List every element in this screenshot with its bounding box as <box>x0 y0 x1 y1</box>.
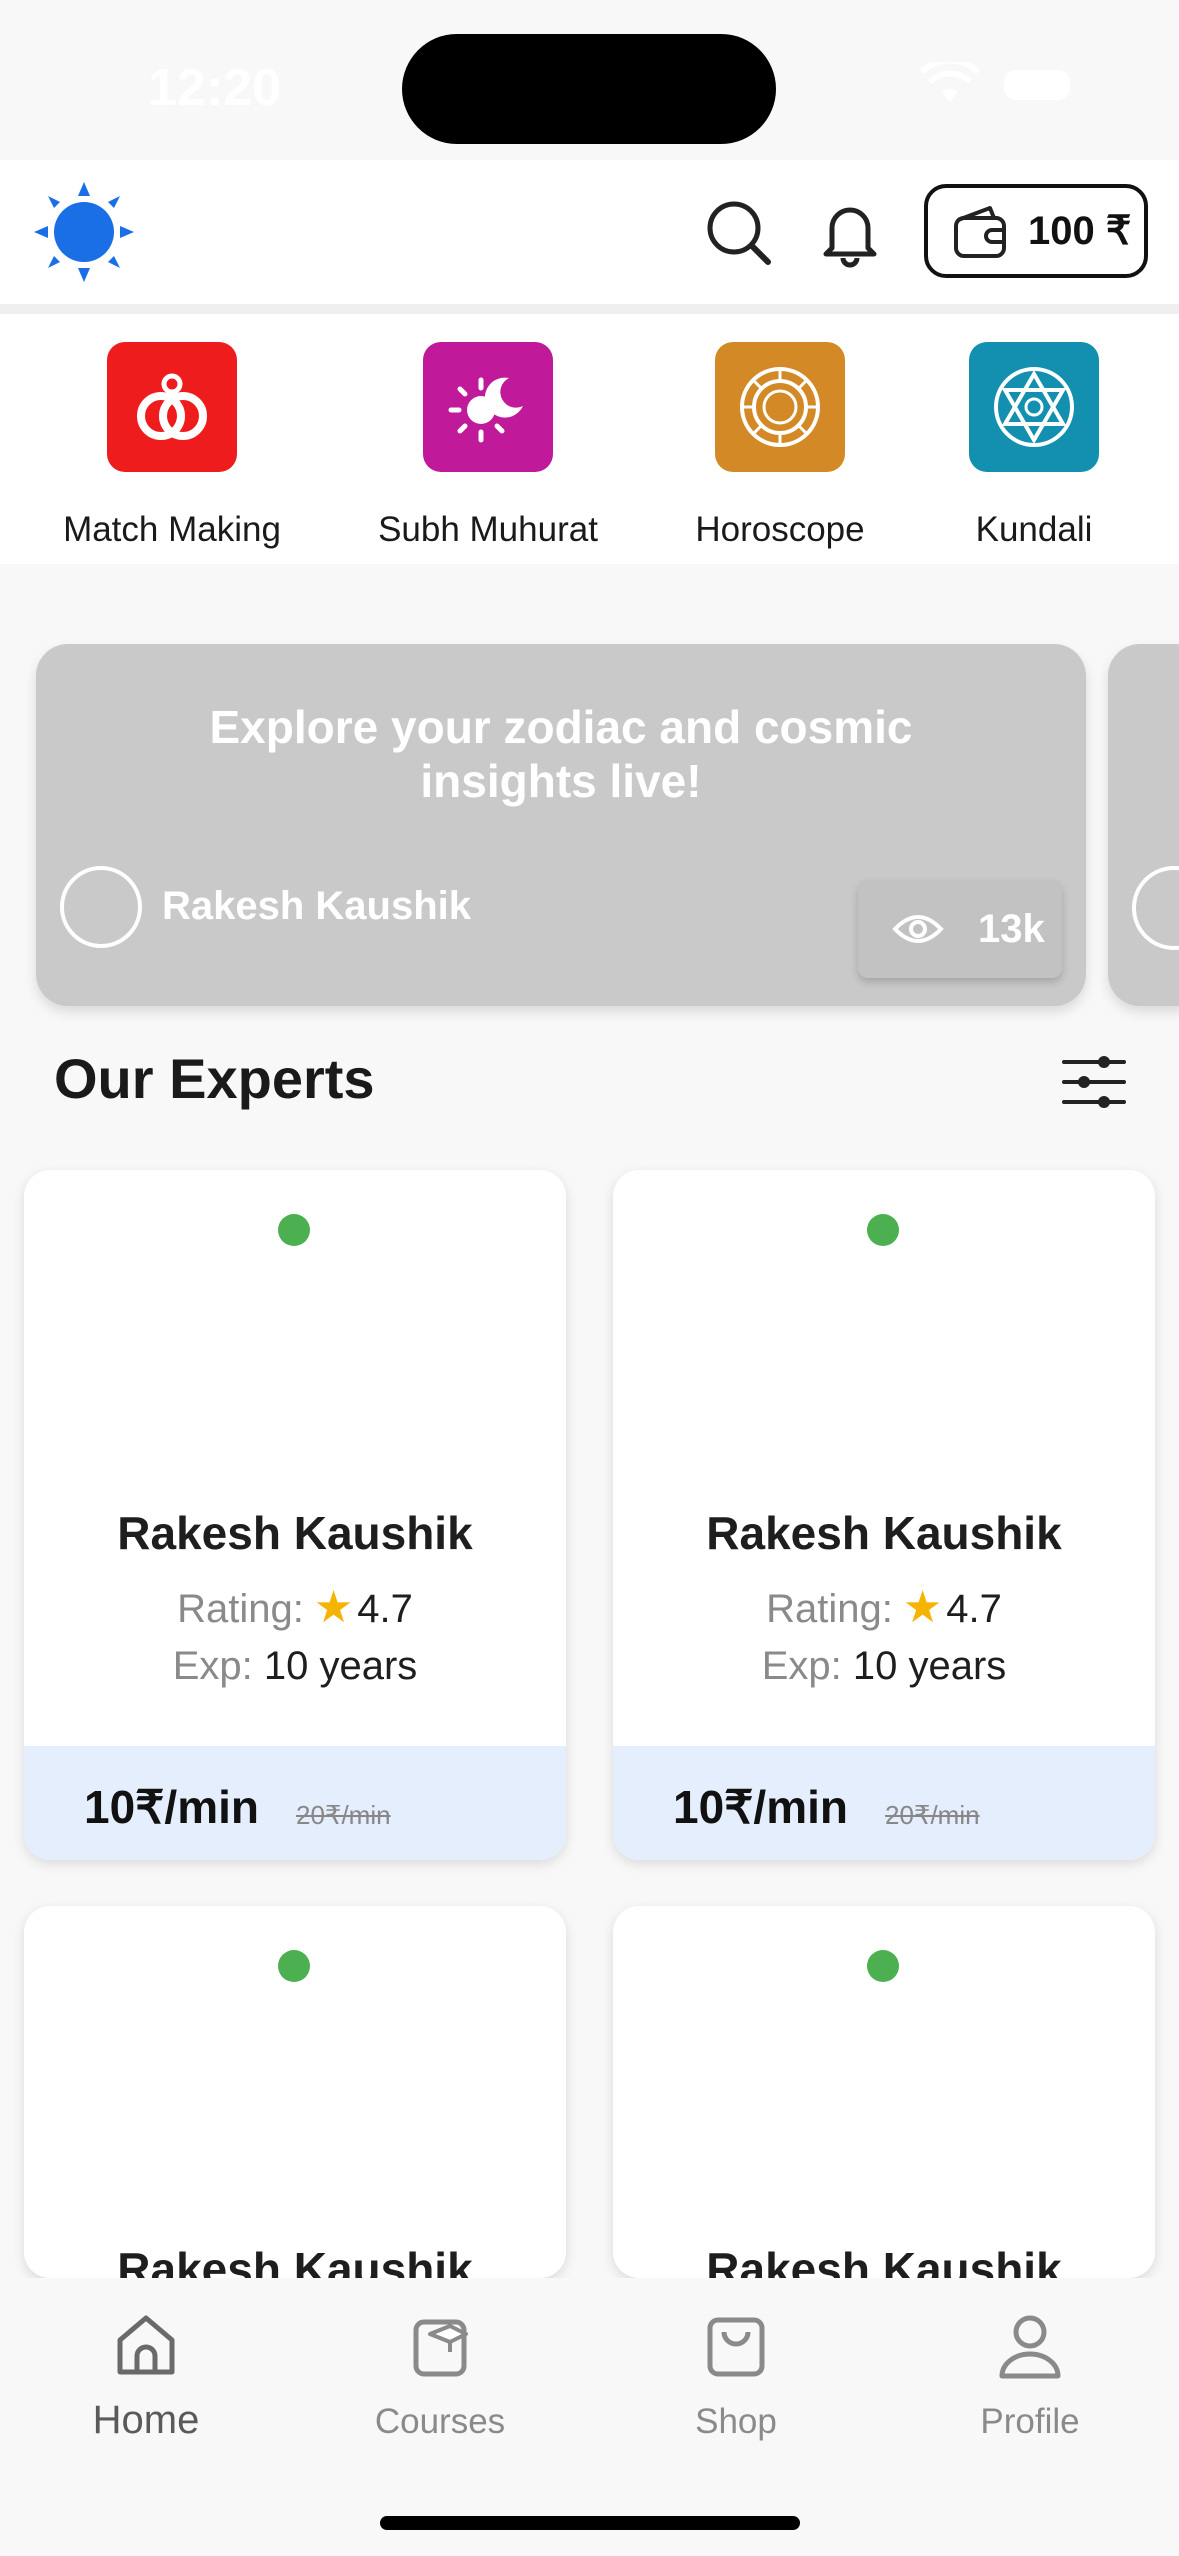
live-session-banner[interactable]: Explore your zodiac and cosmic insights … <box>36 644 1086 1006</box>
nav-label: Shop <box>695 2402 777 2441</box>
service-label: Kundali <box>975 510 1093 549</box>
wifi-icon <box>920 62 980 102</box>
banner-host-name: Rakesh Kaushik <box>162 884 472 928</box>
star-icon: ★ <box>313 1583 354 1632</box>
nav-item-home[interactable]: Home <box>26 2310 266 2443</box>
experts-section-title: Our Experts <box>54 1047 375 1110</box>
expert-name: Rakesh Kaushik <box>706 2243 1062 2278</box>
expert-name: Rakesh Kaushik <box>706 1507 1062 1559</box>
online-status-dot <box>867 1950 899 1982</box>
expert-rating: Rating: ★ 4.7 <box>613 1582 1155 1633</box>
service-tile <box>423 342 553 472</box>
status-bar: 12:20 <box>0 0 1179 160</box>
courses-icon <box>413 2319 468 2377</box>
nav-item-courses[interactable]: Courses <box>320 2310 560 2442</box>
next-banner-peek[interactable] <box>1108 644 1179 1006</box>
zodiac-wheel-icon <box>740 367 820 447</box>
expert-card[interactable]: Rakesh Kaushik Rating: ★ 4.7 Exp: 10 years… <box>24 1170 566 1860</box>
expert-name: Rakesh Kaushik <box>117 1507 473 1559</box>
sun-logo-icon[interactable] <box>28 176 140 288</box>
header-divider <box>0 304 1179 314</box>
exp-label: Exp: <box>172 1644 253 1688</box>
expert-card[interactable]: Rakesh Kaushik Rating: ★ 4.7 Exp: 10 years… <box>613 1170 1155 1860</box>
service-tile <box>969 342 1099 472</box>
service-match-making[interactable]: Match Making <box>42 342 302 550</box>
service-tile <box>107 342 237 472</box>
rating-value: 4.7 <box>357 1587 413 1631</box>
home-indicator <box>380 2516 800 2530</box>
service-label: Subh Muhurat <box>378 510 598 549</box>
avatar <box>60 866 142 948</box>
star-icon: ★ <box>902 1583 943 1632</box>
views-count: 13k <box>978 906 1045 951</box>
battery-icon <box>1004 70 1070 100</box>
rating-label: Rating: <box>177 1587 304 1631</box>
bell-icon[interactable] <box>812 194 888 270</box>
service-kundali[interactable]: Kundali <box>904 342 1164 550</box>
nav-label: Profile <box>980 2402 1080 2441</box>
nav-label: Courses <box>374 2402 506 2441</box>
experience-value: 10 years <box>852 1644 1007 1688</box>
filter-sliders-icon[interactable] <box>1060 1050 1128 1114</box>
star-of-david-icon <box>994 367 1074 447</box>
wallet-button[interactable]: 100 ₹ <box>924 184 1148 278</box>
eye-icon <box>892 915 944 943</box>
service-label: Horoscope <box>695 510 865 549</box>
expert-experience: Exp: 10 years <box>24 1644 566 1689</box>
online-status-dot <box>278 1950 310 1982</box>
service-subh-muhurat[interactable]: Subh Muhurat <box>358 342 618 550</box>
service-horoscope[interactable]: Horoscope <box>650 342 910 550</box>
expert-card[interactable]: Rakesh Kaushik <box>613 1906 1155 2278</box>
wallet-balance: 100 ₹ <box>1028 209 1132 253</box>
expert-rating: Rating: ★ 4.7 <box>24 1582 566 1633</box>
old-price: 20₹/min <box>885 1800 980 1830</box>
expert-name: Rakesh Kaushik <box>117 2243 473 2278</box>
price-bar: 10₹/min 20₹/min <box>24 1746 566 1860</box>
avatar <box>1132 866 1179 950</box>
service-label: Match Making <box>63 510 281 549</box>
online-status-dot <box>278 1214 310 1246</box>
search-icon[interactable] <box>700 194 776 270</box>
price-bar: 10₹/min 20₹/min <box>613 1746 1155 1860</box>
price-per-min: 10₹/min <box>673 1781 848 1833</box>
views-badge: 13k <box>858 880 1062 978</box>
banner-title: Explore your zodiac and cosmic insights … <box>209 701 913 807</box>
wallet-icon <box>954 206 1006 258</box>
service-tile <box>715 342 845 472</box>
nav-item-profile[interactable]: Profile <box>910 2310 1150 2442</box>
home-icon <box>117 2315 175 2375</box>
nav-label: Home <box>92 2398 200 2442</box>
experience-value: 10 years <box>263 1644 418 1688</box>
sun-moon-icon <box>448 377 523 443</box>
price-per-min: 10₹/min <box>84 1781 259 1833</box>
expert-card[interactable]: Rakesh Kaushik <box>24 1906 566 2278</box>
shop-bag-icon <box>707 2317 765 2377</box>
online-status-dot <box>867 1214 899 1246</box>
profile-icon <box>999 2315 1061 2379</box>
old-price: 20₹/min <box>296 1800 391 1830</box>
rings-icon <box>137 373 207 440</box>
rating-label: Rating: <box>766 1587 893 1631</box>
dynamic-island <box>402 34 776 144</box>
expert-experience: Exp: 10 years <box>613 1644 1155 1689</box>
nav-item-shop[interactable]: Shop <box>616 2310 856 2442</box>
exp-label: Exp: <box>761 1644 842 1688</box>
status-time: 12:20 <box>148 59 281 117</box>
rating-value: 4.7 <box>946 1587 1002 1631</box>
